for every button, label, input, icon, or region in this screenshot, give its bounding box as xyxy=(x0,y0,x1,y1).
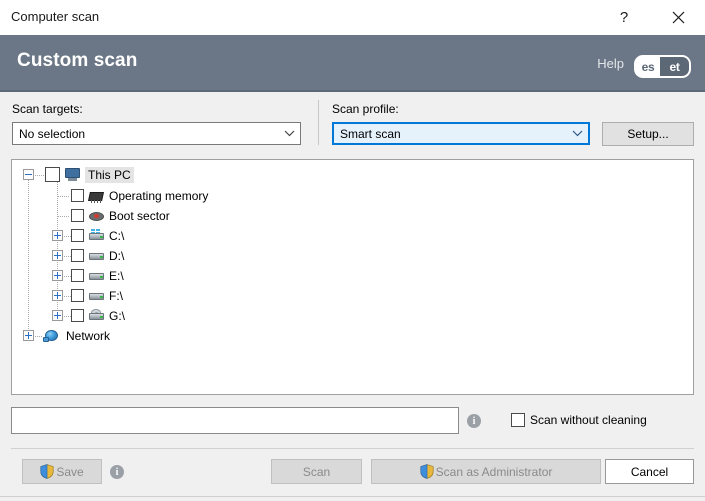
tree-node-label: Boot sector xyxy=(109,209,170,223)
scan-path-input[interactable] xyxy=(12,408,458,433)
eset-logo-right: et xyxy=(660,57,689,76)
tree-node-label: D:\ xyxy=(109,249,125,263)
scan-targets-combo[interactable]: No selection xyxy=(12,122,301,145)
setup-button-label: Setup... xyxy=(627,127,669,141)
expander-expand-icon[interactable] xyxy=(52,230,63,241)
expander-expand-icon[interactable] xyxy=(52,270,63,281)
scan-profile-combo[interactable]: Smart scan xyxy=(332,122,590,145)
tree-connector xyxy=(35,336,43,337)
tree-checkbox[interactable] xyxy=(71,269,84,282)
scan-profile-label: Scan profile: xyxy=(332,102,399,116)
shield-icon xyxy=(40,464,54,479)
tree-checkbox[interactable] xyxy=(71,289,84,302)
cancel-button[interactable]: Cancel xyxy=(605,459,694,484)
tree-connector xyxy=(58,196,70,197)
scan-targets-value: No selection xyxy=(19,126,86,141)
tree-connector xyxy=(64,256,71,257)
network-icon xyxy=(43,329,60,344)
scan-button-label: Scan xyxy=(302,464,331,479)
page-title: Custom scan xyxy=(17,50,138,71)
shield-icon xyxy=(420,464,434,479)
tree-connector xyxy=(64,316,71,317)
scan-without-cleaning-label: Scan without cleaning xyxy=(530,413,647,427)
dialog-header: Custom scan Help es et xyxy=(0,35,705,92)
scan-button[interactable]: Scan xyxy=(271,459,362,484)
window-titlebar: Computer scan ? xyxy=(0,0,705,36)
tree-node-label: C:\ xyxy=(109,229,125,243)
setup-button[interactable]: Setup... xyxy=(602,122,694,146)
expander-expand-icon[interactable] xyxy=(23,330,34,341)
tree-node-label: Operating memory xyxy=(109,189,209,203)
tree-node-label: Network xyxy=(66,329,111,343)
expander-expand-icon[interactable] xyxy=(52,310,63,321)
question-mark-icon: ? xyxy=(619,8,629,26)
save-button-label: Save xyxy=(56,464,84,479)
tree-checkbox[interactable] xyxy=(71,229,84,242)
tree-node-label: This PC xyxy=(85,167,134,183)
drive-icon xyxy=(88,269,105,284)
tree-checkbox[interactable] xyxy=(71,249,84,262)
save-button[interactable]: Save xyxy=(22,459,102,484)
close-icon xyxy=(672,11,684,23)
monitor-icon xyxy=(64,168,81,183)
tree-checkbox[interactable] xyxy=(71,209,84,222)
memory-icon xyxy=(88,190,105,205)
tree-connector xyxy=(35,175,44,176)
info-icon[interactable]: i xyxy=(467,414,481,428)
eset-logo: es et xyxy=(634,55,691,78)
chevron-down-icon xyxy=(278,130,300,137)
titlebar-help-button[interactable]: ? xyxy=(601,0,647,34)
expander-expand-icon[interactable] xyxy=(52,250,63,261)
tree-checkbox[interactable] xyxy=(45,167,60,182)
titlebar-close-button[interactable] xyxy=(655,0,701,34)
tree-node-label: G:\ xyxy=(109,309,126,323)
cancel-button-label: Cancel xyxy=(630,464,669,479)
scan-targets-label: Scan targets: xyxy=(12,102,83,116)
eset-logo-left: es xyxy=(636,57,660,76)
tree-connector xyxy=(64,296,71,297)
dialog-body: Scan targets: No selection Scan profile:… xyxy=(0,92,705,501)
window-title: Computer scan xyxy=(11,9,100,24)
tree-connector xyxy=(64,276,71,277)
tree-node-label: E:\ xyxy=(109,269,124,283)
boot-sector-icon xyxy=(88,210,105,225)
help-link[interactable]: Help xyxy=(597,56,624,71)
checkbox-box[interactable] xyxy=(511,413,525,427)
field-separator xyxy=(318,100,319,145)
scan-targets-tree[interactable]: This PC Operating memory Boot sector C:\… xyxy=(11,159,694,395)
drive-icon xyxy=(88,289,105,304)
scan-without-cleaning-checkbox[interactable]: Scan without cleaning xyxy=(511,413,647,427)
tree-connector xyxy=(64,236,71,237)
drive-icon xyxy=(88,249,105,264)
footer-separator xyxy=(11,448,694,449)
tree-node-label: F:\ xyxy=(109,289,123,303)
tree-checkbox[interactable] xyxy=(71,189,84,202)
scan-as-administrator-button[interactable]: Scan as Administrator xyxy=(371,459,601,484)
scan-as-administrator-label: Scan as Administrator xyxy=(435,464,553,479)
bottom-edge-line xyxy=(0,496,705,497)
system-drive-icon xyxy=(88,229,105,244)
scan-profile-value: Smart scan xyxy=(340,126,401,141)
optical-drive-icon xyxy=(88,309,105,324)
save-info-icon[interactable]: i xyxy=(110,465,124,479)
expander-expand-icon[interactable] xyxy=(52,290,63,301)
tree-connector xyxy=(58,216,70,217)
expander-collapse-icon[interactable] xyxy=(23,169,34,180)
chevron-down-icon xyxy=(566,130,588,137)
tree-checkbox[interactable] xyxy=(71,309,84,322)
tree-trunk-line xyxy=(28,176,29,332)
scan-path-field[interactable] xyxy=(11,407,459,434)
